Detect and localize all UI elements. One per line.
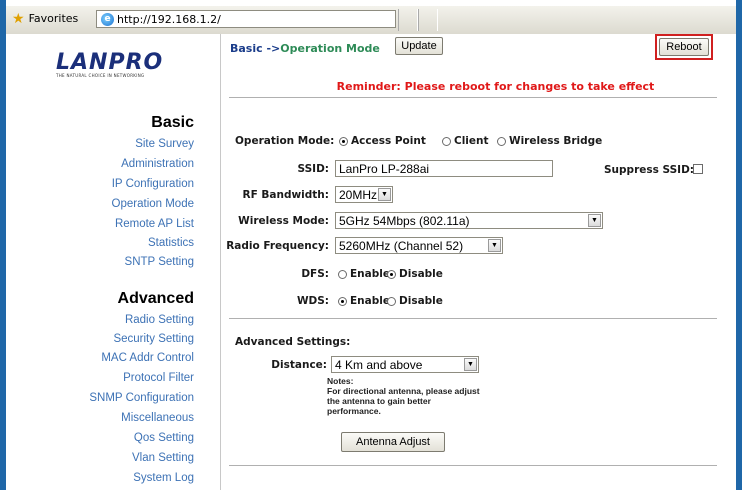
nav-operation-mode[interactable]: Operation Mode	[112, 198, 194, 210]
radio-frequency-select[interactable]: 5260MHz (Channel 52) ▼	[335, 237, 503, 254]
radio-label: Wireless Bridge	[509, 135, 603, 147]
divider	[229, 318, 717, 319]
lanpro-logo: LANPRO THE NATURAL CHOICE IN NETWORKING	[56, 50, 192, 78]
radio-wds-disable[interactable]: Disable	[387, 295, 443, 307]
reboot-button[interactable]: Reboot	[659, 38, 709, 56]
notes-line: performance.	[327, 406, 381, 416]
browser-toolbar: ★ Favorites e http://192.168.1.2/	[6, 6, 736, 35]
nav-heading-advanced: Advanced	[117, 290, 194, 307]
chevron-down-icon[interactable]: ▼	[464, 358, 477, 371]
divider	[229, 97, 717, 98]
radio-label: Access Point	[351, 135, 426, 147]
operation-mode-label: Operation Mode:	[235, 135, 335, 147]
nav-protocol-filter[interactable]: Protocol Filter	[123, 372, 194, 384]
chevron-down-icon[interactable]: ▼	[378, 188, 391, 201]
nav-ip-configuration[interactable]: IP Configuration	[112, 178, 194, 190]
radio-circle[interactable]	[387, 296, 396, 306]
nav-system-log[interactable]: System Log	[133, 472, 194, 484]
content-area: LANPRO THE NATURAL CHOICE IN NETWORKING …	[6, 34, 736, 490]
radio-label: Disable	[399, 295, 443, 307]
radio-circle[interactable]	[442, 136, 451, 146]
logo-mark: LANPRO	[56, 50, 164, 75]
breadcrumb: Basic ->Operation Mode	[230, 42, 380, 55]
favorites-button[interactable]: ★ Favorites	[12, 10, 79, 27]
nav-qos-setting[interactable]: Qos Setting	[134, 432, 194, 444]
radio-label: Disable	[399, 268, 443, 280]
radio-circle[interactable]	[387, 269, 396, 279]
nav-miscellaneous[interactable]: Miscellaneous	[121, 412, 194, 424]
toolbar-separator	[418, 9, 438, 31]
notes-line: the antenna to gain better	[327, 396, 431, 406]
rf-bandwidth-label: RF Bandwidth:	[242, 189, 329, 201]
nav-snmp-configuration[interactable]: SNMP Configuration	[89, 392, 194, 404]
main-panel: Basic ->Operation Mode Update Reboot Rem…	[221, 34, 736, 490]
ie-icon: e	[101, 12, 114, 26]
rf-bandwidth-select[interactable]: 20MHz ▼	[335, 186, 393, 203]
antenna-adjust-button[interactable]: Antenna Adjust	[341, 432, 445, 452]
antenna-notes: Notes: For directional antenna, please a…	[327, 376, 480, 416]
sidebar: LANPRO THE NATURAL CHOICE IN NETWORKING …	[6, 34, 220, 490]
wireless-mode-label: Wireless Mode:	[238, 215, 329, 227]
address-text: http://192.168.1.2/	[117, 12, 221, 26]
breadcrumb-prefix: Basic ->	[230, 42, 281, 55]
radio-label: Enable	[350, 295, 390, 307]
breadcrumb-current: Operation Mode	[280, 42, 380, 55]
nav-radio-setting[interactable]: Radio Setting	[125, 314, 194, 326]
notes-line: Notes:	[327, 376, 354, 386]
nav-security-setting[interactable]: Security Setting	[113, 333, 194, 345]
logo-tagline: THE NATURAL CHOICE IN NETWORKING	[56, 73, 145, 78]
rf-bandwidth-value: 20MHz	[339, 187, 378, 202]
favorites-star-icon: ★	[12, 10, 25, 27]
distance-value: 4 Km and above	[335, 357, 423, 372]
radio-circle[interactable]	[338, 296, 347, 306]
radio-dfs-enable[interactable]: Enable	[338, 268, 390, 280]
nav-remote-ap-list[interactable]: Remote AP List	[115, 218, 194, 230]
nav-vlan-setting[interactable]: Vlan Setting	[132, 452, 194, 464]
chevron-down-icon[interactable]: ▼	[488, 239, 501, 252]
radio-frequency-value: 5260MHz (Channel 52)	[339, 238, 464, 253]
advanced-settings-heading: Advanced Settings:	[235, 336, 351, 348]
radio-circle[interactable]	[339, 136, 348, 146]
radio-client[interactable]: Client	[442, 135, 489, 147]
suppress-ssid-checkbox[interactable]	[693, 164, 703, 174]
nav-statistics[interactable]: Statistics	[148, 237, 194, 249]
nav-administration[interactable]: Administration	[121, 158, 194, 170]
radio-access-point[interactable]: Access Point	[339, 135, 426, 147]
radio-wds-enable[interactable]: Enable	[338, 295, 390, 307]
radio-circle[interactable]	[497, 136, 506, 146]
distance-label: Distance:	[271, 359, 327, 371]
chevron-down-icon[interactable]: ▼	[588, 214, 601, 227]
suppress-ssid-label: Suppress SSID:	[604, 164, 694, 176]
radio-circle[interactable]	[338, 269, 347, 279]
toolbar-separator	[398, 9, 418, 31]
notes-line: For directional antenna, please adjust	[327, 386, 480, 396]
divider	[229, 465, 717, 466]
nav-sntp-setting[interactable]: SNTP Setting	[125, 256, 194, 268]
radio-frequency-label: Radio Frequency:	[226, 240, 329, 252]
dfs-label: DFS:	[301, 268, 329, 280]
update-button[interactable]: Update	[395, 37, 443, 55]
nav-heading-basic: Basic	[151, 114, 194, 131]
wireless-mode-value: 5GHz 54Mbps (802.11a)	[339, 213, 470, 228]
nav-site-survey[interactable]: Site Survey	[135, 138, 194, 150]
nav-mac-addr-control[interactable]: MAC Addr Control	[101, 352, 194, 364]
radio-label: Client	[454, 135, 489, 147]
radio-dfs-disable[interactable]: Disable	[387, 268, 443, 280]
favorites-label: Favorites	[28, 12, 79, 25]
wireless-mode-select[interactable]: 5GHz 54Mbps (802.11a) ▼	[335, 212, 603, 229]
wds-label: WDS:	[296, 295, 329, 307]
address-bar[interactable]: e http://192.168.1.2/	[96, 10, 396, 28]
ssid-input[interactable]: LanPro LP-288ai	[335, 160, 553, 177]
ssid-label: SSID:	[297, 163, 329, 175]
distance-select[interactable]: 4 Km and above ▼	[331, 356, 479, 373]
radio-wireless-bridge[interactable]: Wireless Bridge	[497, 135, 602, 147]
radio-label: Enable	[350, 268, 390, 280]
reboot-reminder: Reminder: Please reboot for changes to t…	[336, 80, 655, 93]
